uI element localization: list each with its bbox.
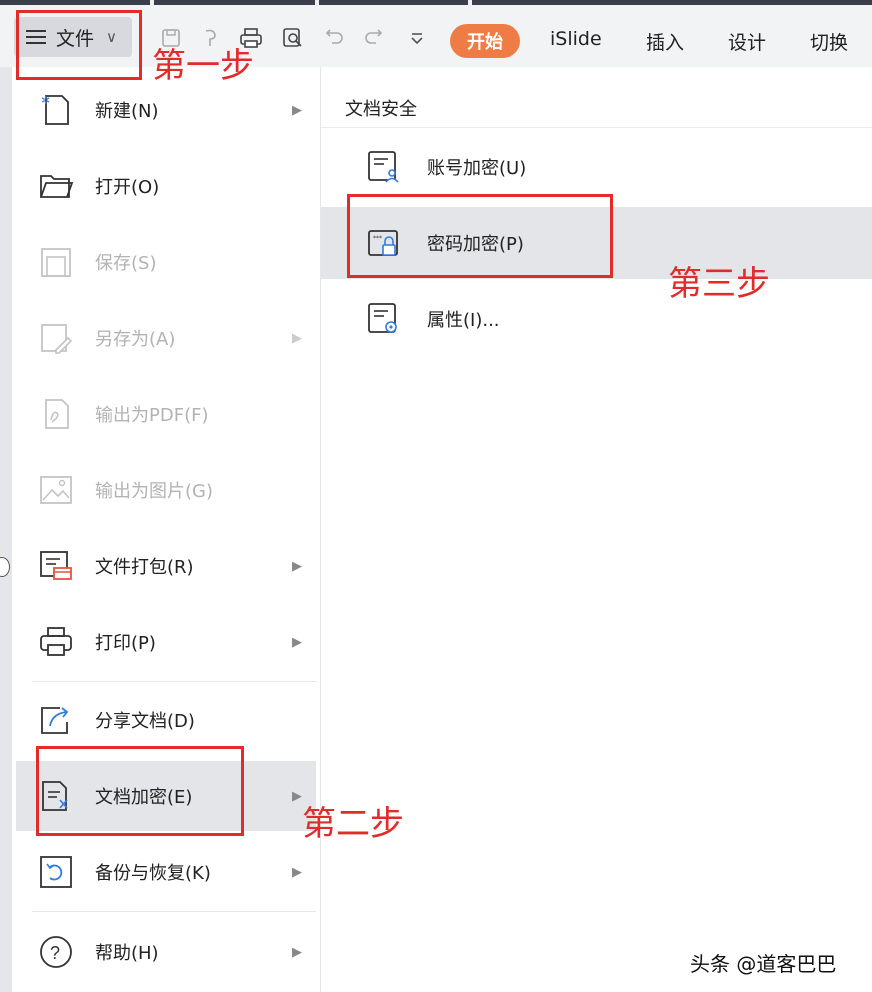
undo-icon[interactable]: [322, 25, 348, 51]
document-edge: [0, 67, 12, 992]
file-menu-panel: ✲ 新建(N) ▶ 打开(O) 保存(S) 另存为(A) ▶ 输出为PDF(F)…: [12, 67, 321, 992]
more-dropdown-icon[interactable]: [404, 25, 430, 51]
menu-item-export-image-label: 输出为图片(G): [95, 481, 213, 502]
step3-label: 第三步: [668, 264, 770, 304]
submenu-arrow-icon: ▶: [292, 788, 302, 804]
tab-home[interactable]: 开始: [450, 24, 520, 58]
menu-item-open-label: 打开(O): [95, 177, 160, 198]
menu-item-backup-label: 备份与恢复(K): [95, 863, 211, 884]
printer-icon: [38, 624, 74, 660]
menu-item-print-label: 打印(P): [95, 633, 156, 654]
menu-item-new-label: 新建(N): [95, 101, 159, 122]
submenu-arrow-icon: ▶: [292, 102, 302, 118]
submenu-item-properties-label: 属性(I)...: [427, 310, 500, 331]
tab-insert[interactable]: 插入: [646, 28, 684, 55]
submenu-item-account-encrypt[interactable]: 账号加密(U): [321, 131, 872, 203]
menu-item-package-label: 文件打包(R): [95, 557, 194, 578]
svg-text:?: ?: [50, 943, 60, 963]
step3-highlight-box: [347, 194, 613, 278]
menu-item-open[interactable]: 打开(O): [12, 151, 320, 221]
step2-highlight-box: [36, 746, 244, 836]
account-lock-icon: [367, 149, 401, 185]
document-properties-icon: [367, 301, 401, 337]
submenu-arrow-icon: ▶: [292, 634, 302, 650]
step1-label: 第一步: [152, 46, 254, 86]
submenu-title: 文档安全: [345, 99, 417, 120]
backup-restore-icon: [38, 854, 74, 890]
menu-item-share[interactable]: 分享文档(D): [12, 685, 320, 755]
new-document-icon: ✲: [38, 92, 74, 128]
tab-transition[interactable]: 切换: [810, 28, 848, 55]
submenu-arrow-icon: ▶: [292, 330, 302, 346]
submenu-item-properties[interactable]: 属性(I)...: [321, 283, 872, 355]
menu-item-help[interactable]: ? 帮助(H) ▶: [12, 917, 320, 987]
menu-item-share-label: 分享文档(D): [95, 711, 195, 732]
submenu-item-account-encrypt-label: 账号加密(U): [427, 158, 527, 179]
submenu-arrow-icon: ▶: [292, 864, 302, 880]
menu-item-help-label: 帮助(H): [95, 943, 159, 964]
tab-islide[interactable]: iSlide: [550, 28, 602, 50]
watermark: 头条 @道客巴巴: [690, 952, 837, 976]
package-icon: [38, 548, 74, 584]
menu-item-export-pdf: 输出为PDF(F): [12, 379, 320, 449]
submenu-arrow-icon: ▶: [292, 944, 302, 960]
export-pdf-icon: [38, 396, 74, 432]
share-icon: [38, 702, 74, 738]
menu-item-save: 保存(S): [12, 227, 320, 297]
menu-item-save-label: 保存(S): [95, 253, 157, 274]
redo-icon[interactable]: [360, 25, 386, 51]
step2-label: 第二步: [302, 804, 404, 844]
resize-handle[interactable]: [0, 557, 10, 577]
menu-item-package[interactable]: 文件打包(R) ▶: [12, 531, 320, 601]
menu-item-save-as: 另存为(A) ▶: [12, 303, 320, 373]
tab-design[interactable]: 设计: [728, 28, 766, 55]
menu-divider: [32, 911, 316, 912]
svg-text:✲: ✲: [41, 94, 50, 107]
menu-item-export-image: 输出为图片(G): [12, 455, 320, 525]
save-as-icon: [38, 320, 74, 356]
print-preview-icon[interactable]: [280, 25, 306, 51]
menu-item-save-as-label: 另存为(A): [95, 329, 176, 350]
menu-item-print[interactable]: 打印(P) ▶: [12, 607, 320, 677]
menu-item-backup[interactable]: 备份与恢复(K) ▶: [12, 837, 320, 907]
menu-item-export-pdf-label: 输出为PDF(F): [95, 405, 209, 426]
help-icon: ?: [38, 934, 74, 970]
save-disk-icon: [38, 244, 74, 280]
submenu-divider: [321, 127, 872, 128]
submenu-arrow-icon: ▶: [292, 558, 302, 574]
step1-highlight-box: [16, 10, 142, 80]
export-image-icon: [38, 472, 74, 508]
folder-open-icon: [38, 168, 74, 204]
menu-divider: [32, 681, 316, 682]
